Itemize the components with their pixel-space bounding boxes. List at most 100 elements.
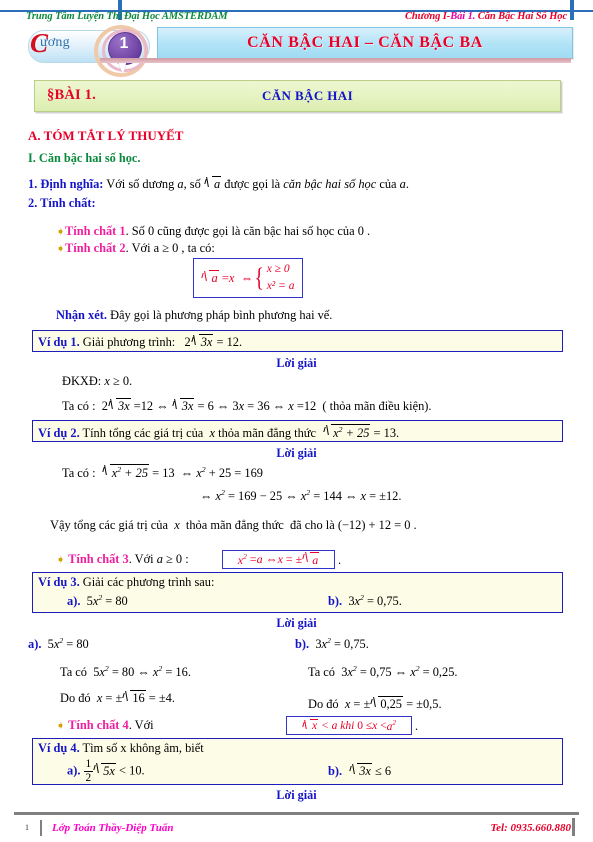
example-3-sol-a-label: a). — [28, 637, 42, 652]
example-4-item-a: a). 1 2 5x < 10. — [67, 758, 145, 784]
page-number: 1 — [14, 820, 42, 836]
document-page: Trung Tâm Luyện Thi Đại Học AMSTERDAM Ch… — [0, 0, 593, 842]
property-1-text: . Số 0 cũng được gọi là căn bậc hai số h… — [125, 224, 371, 238]
formula-condition-2: x² = a — [266, 280, 295, 292]
header-lesson: Bài 1. — [450, 10, 476, 22]
diamond-arrow-icon: ➧ — [56, 243, 66, 255]
remark-text: Đây gọi là phương pháp bình phương hai v… — [110, 308, 333, 322]
example-4-a-label: a). — [67, 763, 81, 778]
example-2-solution-line2: ⇔ x2 = 169 − 25 ⇔ x2 = 144 ⇔ x = ±12. — [200, 488, 402, 504]
property-4-line: ➧ Tính chất 4. Với — [56, 718, 154, 733]
example-1-solution-header: Lời giải — [276, 356, 317, 370]
example-2-header: Ví dụ 2. Tính tổng các giá trị của x thỏ… — [38, 424, 400, 441]
property-3-period: . — [338, 553, 342, 567]
example-2-solution-header: Lời giải — [276, 446, 317, 460]
example-3-solution-a-eq: a). 5x2 = 80 — [28, 636, 89, 652]
footer-tick-right — [572, 818, 575, 836]
formula-box-property-3: x2 = a ⇔ x = ± a — [222, 550, 335, 569]
formula-sqrt-a: a — [201, 270, 219, 286]
example-1-solution-line: Ta có : 2 3x =12 ⇔ 3x = 6 ⇔ 3x = 36 ⇔ x =… — [62, 398, 432, 413]
left-brace-glyph: { — [254, 263, 265, 292]
example-3-box: Ví dụ 3. Giải các phương trình sau: a). … — [32, 572, 563, 613]
sqrt-a-radicand: a — [211, 176, 222, 191]
example-3-item-a: a). 5x2 = 80 — [67, 593, 128, 609]
property-3-label: Tính chất 3 — [68, 552, 129, 566]
example-3-label: Ví dụ 3. — [38, 575, 80, 589]
definition-period: . — [405, 177, 409, 191]
property-2-label: Tính chất 2 — [65, 241, 126, 255]
definition-text-3: được gọi là — [224, 177, 281, 191]
property-4-period: . — [415, 719, 419, 733]
example-3-solution-b-eq: b). 3x2 = 0,75. — [295, 636, 369, 652]
definition-emphasis: căn bậc hai số học — [283, 177, 377, 191]
example-1-label: Ví dụ 1. — [38, 335, 80, 349]
definition-text-2: , số — [183, 177, 201, 191]
lesson-number: §BÀI 1. — [47, 87, 96, 103]
example-4-b-label: b). — [328, 764, 343, 778]
example-4-label: Ví dụ 4. — [38, 741, 80, 755]
diamond-arrow-icon: ➧ — [56, 720, 66, 732]
lesson-name: CĂN BẬC HAI — [261, 88, 354, 103]
section-heading-a: A. TÓM TẮT LÝ THUYẾT — [28, 128, 184, 143]
formula-box-property-4: x < a khi 0 ≤ x < a2 — [286, 716, 412, 735]
header-center-name: Trung Tâm Luyện Thi Đại Học AMSTERDAM — [26, 10, 228, 22]
example-2-solution-line1: Ta có : x2 + 25 = 13 ⇔ x2 + 25 = 169 — [62, 464, 263, 481]
example-4-header: Ví dụ 4. Tìm số x không âm, biết — [38, 741, 204, 756]
definition-line: 1. Định nghĩa: Với số dương a, số a được… — [28, 176, 409, 192]
example-4-text: Tìm số x không âm, biết — [82, 741, 204, 755]
example-2-conclusion: Vậy tổng các giá trị của x thỏa mãn đẳng… — [50, 518, 417, 532]
header-chapter: Chương I- — [405, 10, 451, 22]
page-header: Trung Tâm Luyện Thi Đại Học AMSTERDAM Ch… — [0, 8, 593, 24]
example-2-box: Ví dụ 2. Tính tổng các giá trị của x thỏ… — [32, 420, 563, 442]
footer-phone: Tel: 0935.660.880 — [490, 822, 571, 834]
footer-rule — [14, 812, 579, 815]
example-3-a-step1: Ta có 5x2 = 80 ⇔ x2 = 16. — [60, 664, 191, 680]
example-1-sqrt: 3x — [191, 334, 214, 350]
example-1-text: Giải phương trình: — [82, 335, 176, 349]
property-4-text: . Với — [128, 718, 154, 732]
property-4-label: Tính chất 4 — [68, 718, 129, 732]
property-2-text: . Với a ≥ 0 , ta có: — [125, 241, 215, 255]
definition-text-1: Với số dương — [106, 177, 175, 191]
example-2-text2: thỏa mãn đẳng thức — [218, 426, 317, 441]
formula-condition-1: x ≥ 0 — [266, 263, 290, 276]
example-4-box: Ví dụ 4. Tìm số x không âm, biết a). 125… — [32, 738, 563, 785]
example-3-b-step1: Ta có 3x2 = 0,75 ⇔ x2 = 0,25. — [308, 664, 458, 680]
properties-heading: 2. Tính chất: — [28, 196, 96, 210]
header-topic: Căn Bậc Hai Số Học — [475, 10, 567, 22]
example-1-box: Ví dụ 1. Giải phương trình: 2 3x = 12. — [32, 330, 563, 352]
example-4-item-b: b). 3x ≤ 6 — [328, 763, 392, 778]
example-3-item-b: b). 3x2 = 0,75. — [328, 593, 402, 609]
formula-box-property-2: a = x ⇔ { x ≥ 0 x² = a — [193, 258, 303, 298]
example-2-text: Tính tổng các giá trị của — [82, 426, 204, 441]
formula-system: { x ≥ 0 x² = a — [253, 261, 295, 294]
property-2-line: ➧Tính chất 2. Với a ≥ 0 , ta có: — [56, 241, 215, 256]
example-3-header: Ví dụ 3. Giải các phương trình sau: — [38, 575, 214, 590]
formula-iff-symbol: ⇔ — [240, 270, 254, 285]
page-footer: 1 Lớp Toán Thầy-Diệp Tuấn Tel: 0935.660.… — [14, 818, 579, 838]
example-2-label: Ví dụ 2. — [38, 426, 80, 441]
example-3-b-label: b). — [328, 594, 343, 609]
remark-label: Nhận xét. — [56, 308, 107, 322]
chapter-title-underbar — [100, 58, 571, 63]
example-3-a-label: a). — [67, 594, 81, 609]
example-3-solution-header: Lời giải — [276, 616, 317, 630]
example-1-header: Ví dụ 1. Giải phương trình: 2 3x = 12. — [38, 334, 243, 350]
property-1-label: Tính chất 1 — [65, 224, 126, 238]
definition-text-4: của — [379, 177, 397, 191]
chapter-initial-letter: C — [30, 28, 49, 58]
subsection-heading-i: I. Căn bậc hai số học. — [28, 151, 141, 165]
lesson-title-bar: CĂN BẬC HAI §BÀI 1. — [34, 80, 561, 112]
property-1-line: ➧Tính chất 1. Số 0 cũng được gọi là căn … — [56, 224, 370, 239]
diamond-arrow-icon: ➧ — [56, 554, 66, 566]
definition-label: 1. Định nghĩa: — [28, 177, 104, 191]
sqrt-a-glyph: a — [204, 176, 222, 192]
example-3-sol-b-label: b). — [295, 637, 310, 652]
chapter-number: 1 — [119, 35, 129, 52]
header-chapter-info: Chương I-Bài 1. Căn Bậc Hai Số Học — [405, 11, 567, 22]
remark-line: Nhận xét. Đây gọi là phương pháp bình ph… — [56, 308, 332, 323]
chapter-title-bar: CĂN BẬC HAI – CĂN BẬC BA — [157, 27, 573, 59]
chapter-title-text: CĂN BẬC HAI – CĂN BẬC BA — [247, 34, 483, 51]
diamond-arrow-icon: ➧ — [56, 226, 66, 238]
footer-class-name: Lớp Toán Thầy-Diệp Tuấn — [52, 822, 174, 834]
